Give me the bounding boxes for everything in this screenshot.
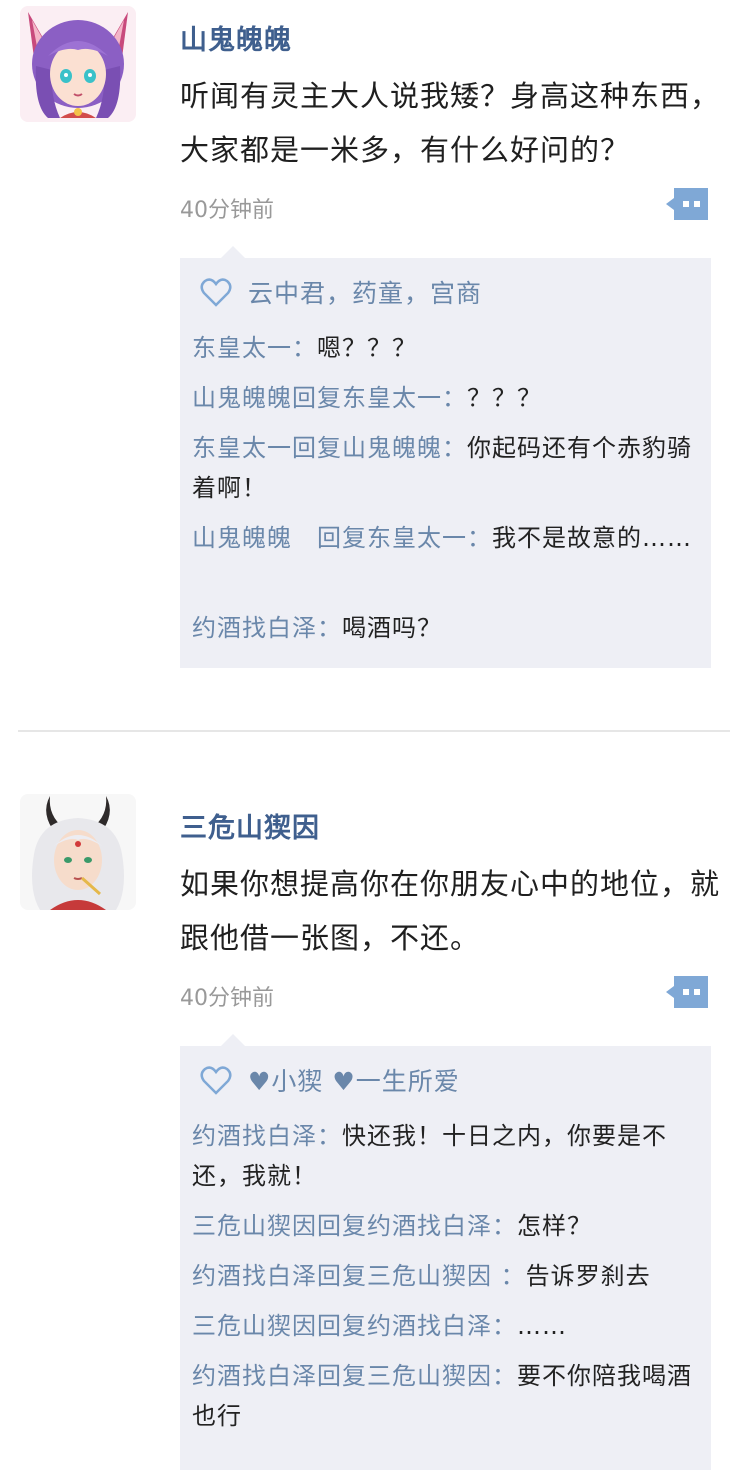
reply-item[interactable]: 约酒找白泽：快还我！十日之内，你要是不还，我就！ xyxy=(192,1116,702,1196)
author-name[interactable]: 三危山猰因 xyxy=(180,806,320,845)
post-2: 三危山猰因 如果你想提高你在你朋友心中的地位，就跟他借一张图，不还。 40分钟前… xyxy=(0,760,740,1484)
comment-bubble-icon xyxy=(666,188,708,220)
reply-author[interactable]: 山鬼魄魄 回复东皇太一： xyxy=(192,524,492,552)
reply-item[interactable]: 山鬼魄魄 回复东皇太一：我不是故意的…… xyxy=(192,518,702,558)
post-time: 40分钟前 xyxy=(180,986,274,1011)
comment-button[interactable] xyxy=(664,186,710,222)
reply-text: …… xyxy=(517,1312,567,1340)
avatar[interactable] xyxy=(20,794,136,910)
post-1: 山鬼魄魄 听闻有灵主大人说我矮？身高这种东西，大家都是一米多，有什么好问的？ 4… xyxy=(0,0,740,700)
reply-item[interactable]: 三危山猰因回复约酒找白泽：怎样？ xyxy=(192,1206,702,1246)
reply-box-arrow xyxy=(220,1034,246,1047)
reply-item[interactable]: 东皇太一回复山鬼魄魄：你起码还有个赤豹骑着啊！ xyxy=(192,428,702,508)
reply-item[interactable]: 山鬼魄魄回复东皇太一：？？？ xyxy=(192,378,702,418)
reply-box-arrow xyxy=(220,246,246,259)
reply-box: 云中君，药童，宫商 东皇太一：嗯？？？ 山鬼魄魄回复东皇太一：？？？ 东皇太一回… xyxy=(180,246,711,668)
avatar[interactable] xyxy=(20,6,136,122)
heart-outline-icon[interactable] xyxy=(200,278,232,314)
reply-item[interactable]: 东皇太一：嗯？？？ xyxy=(192,328,702,368)
liker-names[interactable]: 云中君，药童，宫商 xyxy=(248,274,482,314)
reply-text: ？？？ xyxy=(467,384,542,412)
reply-author[interactable]: 约酒找白泽： xyxy=(192,614,342,642)
reply-author[interactable]: 约酒找白泽： xyxy=(192,1122,342,1150)
reply-item[interactable]: 约酒找白泽回复三危山猰因：要不你陪我喝酒也行 xyxy=(192,1356,702,1436)
reply-text: 告诉罗刹去 xyxy=(525,1262,651,1290)
reply-item[interactable]: 约酒找白泽：喝酒吗？ xyxy=(192,608,702,648)
comment-button[interactable] xyxy=(664,974,710,1010)
reply-text: 嗯？？？ xyxy=(317,334,417,362)
heart-outline-icon[interactable] xyxy=(200,1066,232,1102)
reply-author[interactable]: 山鬼魄魄回复东皇太一： xyxy=(192,384,467,412)
reply-author[interactable]: 三危山猰因回复约酒找白泽： xyxy=(192,1312,517,1340)
post-content: 如果你想提高你在你朋友心中的地位，就跟他借一张图，不还。 xyxy=(180,867,721,955)
post-time: 40分钟前 xyxy=(180,198,274,223)
reply-author[interactable]: 东皇太一回复山鬼魄魄： xyxy=(192,434,467,462)
avatar-horned-man-image xyxy=(20,794,136,910)
reply-author[interactable]: 约酒找白泽回复三危山猰因： xyxy=(192,1362,517,1390)
liker-names[interactable]: ♥小猰 ♥一生所爱 xyxy=(248,1062,460,1102)
reply-text: 喝酒吗？ xyxy=(342,614,442,642)
post-content: 听闻有灵主大人说我矮？身高这种东西，大家都是一米多，有什么好问的？ xyxy=(180,79,721,167)
reply-item[interactable]: 三危山猰因回复约酒找白泽：…… xyxy=(192,1306,702,1346)
comment-bubble-icon xyxy=(666,976,708,1008)
reply-author[interactable]: 约酒找白泽回复三危山猰因 ： xyxy=(192,1262,526,1290)
reply-text: 我不是故意的…… xyxy=(492,524,692,552)
post-divider xyxy=(18,730,730,732)
reply-author[interactable]: 三危山猰因回复约酒找白泽： xyxy=(192,1212,517,1240)
reply-text: 怎样？ xyxy=(517,1212,592,1240)
reply-item[interactable]: 约酒找白泽回复三危山猰因 ：告诉罗刹去 xyxy=(192,1256,702,1296)
reply-box: ♥小猰 ♥一生所爱 约酒找白泽：快还我！十日之内，你要是不还，我就！ 三危山猰因… xyxy=(180,1034,711,1470)
author-name[interactable]: 山鬼魄魄 xyxy=(180,18,292,57)
avatar-fox-girl-image xyxy=(20,6,136,122)
reply-author[interactable]: 东皇太一： xyxy=(192,334,317,362)
